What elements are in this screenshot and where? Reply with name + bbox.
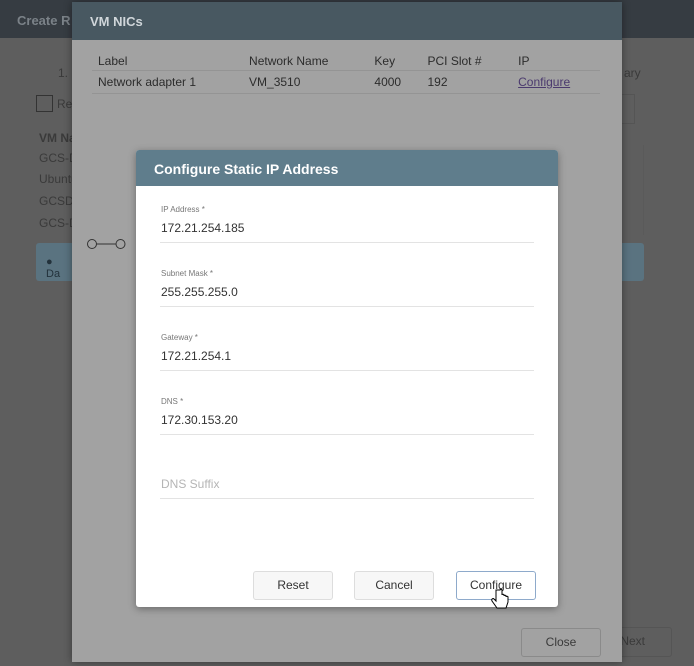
close-button[interactable]: Close: [521, 628, 601, 657]
field-value: 172.21.254.185: [161, 221, 245, 235]
dns-suffix-field[interactable]: DNS Suffix: [160, 461, 534, 499]
vm-row[interactable]: GCSD: [39, 194, 74, 208]
checkbox-label: Re: [57, 97, 73, 111]
reset-button[interactable]: Reset: [253, 571, 333, 600]
vm-name-header: VM Na: [39, 131, 76, 145]
cell-pci: 192: [421, 70, 513, 94]
field-label: Gateway *: [161, 333, 198, 342]
cell-label: Network adapter 1: [92, 70, 244, 94]
step-label: 1.: [58, 66, 69, 80]
gateway-field[interactable]: Gateway * 172.21.254.1: [160, 333, 534, 371]
summary-label: ary: [624, 66, 641, 80]
col-pci: PCI Slot #: [421, 52, 513, 71]
field-value: 172.21.254.1: [161, 349, 232, 363]
ip-address-field[interactable]: IP Address * 172.21.254.185: [160, 205, 534, 243]
field-label: IP Address *: [161, 205, 205, 214]
cancel-button[interactable]: Cancel: [354, 571, 434, 600]
col-network: Network Name: [243, 52, 369, 71]
hand-cursor-icon: [491, 588, 509, 609]
info-text: Da: [46, 268, 61, 280]
info-icon: ●: [46, 256, 53, 268]
input-box[interactable]: [622, 94, 635, 124]
info-box-right: [622, 243, 644, 281]
col-label: Label: [92, 52, 244, 71]
table-row: Network adapter 1 VM_3510 4000 192 Confi…: [92, 70, 600, 94]
col-key: Key: [368, 52, 422, 71]
col-ip: IP: [512, 52, 600, 71]
configure-ip-dialog: Configure Static IP Address IP Address *…: [136, 150, 558, 607]
checkbox[interactable]: [36, 95, 53, 112]
field-placeholder: DNS Suffix: [161, 477, 220, 491]
dns-field[interactable]: DNS * 172.30.153.20: [160, 397, 534, 435]
dialog-title: Configure Static IP Address: [136, 150, 558, 186]
configure-link[interactable]: Configure: [518, 75, 570, 89]
field-label: Subnet Mask *: [161, 269, 214, 278]
cell-network: VM_3510: [243, 70, 369, 94]
scroll-list[interactable]: [622, 145, 644, 235]
connector-icon: [87, 239, 126, 249]
nics-table: Label Network Name Key PCI Slot # IP Net…: [92, 52, 600, 94]
info-box: ● Da: [36, 243, 76, 281]
field-value: 255.255.255.0: [161, 285, 238, 299]
field-value: 172.30.153.20: [161, 413, 238, 427]
vm-nics-title: VM NICs: [72, 2, 622, 40]
field-label: DNS *: [161, 397, 184, 406]
page-title: Create R: [17, 13, 71, 28]
cell-key: 4000: [368, 70, 422, 94]
subnet-mask-field[interactable]: Subnet Mask * 255.255.255.0: [160, 269, 534, 307]
